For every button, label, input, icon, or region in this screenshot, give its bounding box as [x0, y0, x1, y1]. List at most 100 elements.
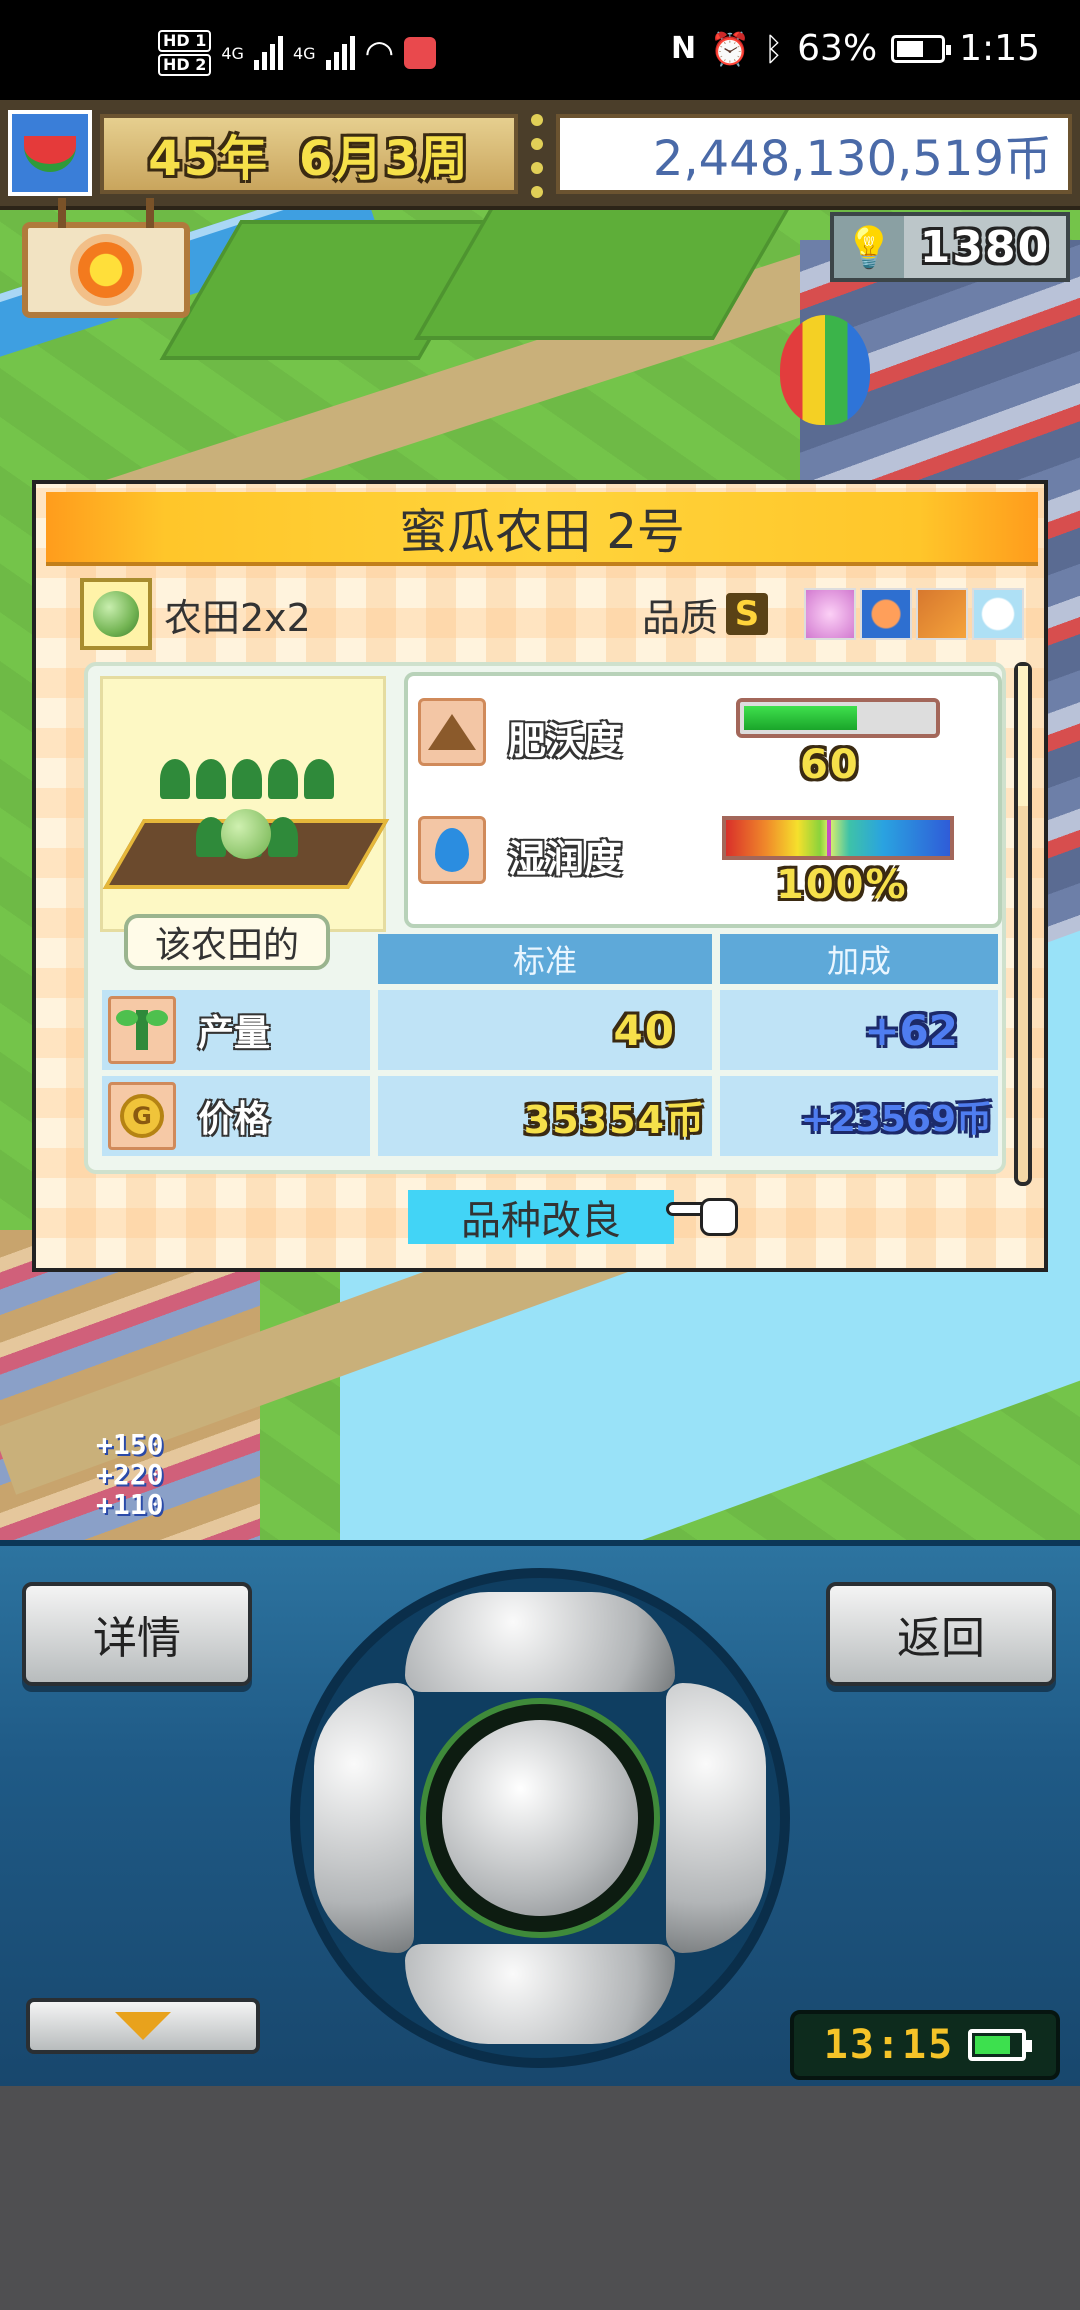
moisture-marker	[826, 820, 831, 856]
floating-number: +220	[96, 1458, 164, 1491]
quality-grade-badge: S	[726, 593, 768, 635]
fertility-bar-fill	[744, 706, 857, 730]
wifi-icon: ◠	[364, 33, 395, 73]
signal-4g-label: 4G	[221, 43, 244, 63]
standard-value: 35354币	[523, 1097, 706, 1142]
row-label: 产量	[198, 1013, 271, 1054]
hd1-icon: HD 1	[158, 30, 212, 52]
dpad-center-button[interactable]	[442, 1720, 638, 1916]
floating-number: +150	[96, 1428, 164, 1461]
dialog-scrollbar[interactable]	[1014, 662, 1032, 1186]
nfc-icon: N	[670, 31, 697, 66]
game-screen: HD 1 HD 2 4G 4G ◠ N ⏰ ᛒ 63% 1:15 +150 +2…	[0, 0, 1080, 2310]
status-bar: HD 1 HD 2 4G 4G ◠ N ⏰ ᛒ 63% 1:15	[0, 0, 1080, 100]
bluetooth-icon: ᛒ	[763, 29, 784, 68]
melon-fruit-icon	[221, 809, 271, 859]
dpad-down-button[interactable]	[405, 1944, 675, 2044]
dpad-left-button[interactable]	[314, 1683, 414, 1953]
idea-points-display: 💡 1380	[830, 212, 1070, 282]
watermelon-menu-icon[interactable]	[8, 110, 92, 196]
hd-indicators: HD 1 HD 2	[158, 30, 212, 76]
standard-value-cell: 35354币	[378, 1076, 712, 1156]
back-button[interactable]: 返回	[826, 1582, 1056, 1686]
dpad	[290, 1568, 790, 2068]
dpad-up-button[interactable]	[405, 1592, 675, 1692]
money-value: 2,448,130,519币	[652, 131, 1052, 187]
crop-caption: 该农田的	[124, 914, 330, 970]
dpad-ring	[420, 1698, 660, 1938]
signal-4g-label-2: 4G	[292, 43, 316, 63]
winter-icon	[972, 588, 1024, 640]
fertility-label: 肥沃度	[508, 719, 623, 763]
row-label: 价格	[198, 1099, 271, 1140]
date-month-week: 6月3周	[299, 131, 470, 187]
fertility-bar	[736, 698, 940, 738]
bonus-value: +62	[864, 1005, 958, 1055]
field-summary: 农田2x2 品质 S	[80, 576, 1024, 652]
pointing-hand-icon	[666, 1192, 742, 1238]
lightbulb-icon: 💡	[834, 216, 904, 278]
breed-improve-button[interactable]: 品种改良	[408, 1190, 674, 1244]
signal-icon-2	[325, 36, 355, 70]
hud-divider	[524, 108, 550, 204]
expand-menu-button[interactable]	[26, 1998, 260, 2054]
soil-conditions: 肥沃度 60 湿润度 100%	[404, 672, 1002, 928]
field-stats-panel: 该农田的 肥沃度 60 湿润度 100% 标准 加成 产量 40 +62 G 价…	[84, 662, 1006, 1174]
game-clock: 13:15	[790, 2010, 1060, 2080]
autumn-icon	[916, 588, 968, 640]
scrollbar-thumb[interactable]	[1018, 666, 1028, 806]
triangle-down-icon	[115, 2012, 171, 2040]
idea-points-value: 1380	[919, 221, 1051, 273]
soil-icon	[418, 698, 486, 766]
status-right-icons: N ⏰ ᛒ 63% 1:15	[671, 28, 1040, 69]
battery-percent: 63%	[797, 28, 878, 69]
top-hud: 45年 6月3周 2,448,130,519币	[0, 100, 1080, 210]
field-info-dialog: 蜜瓜农田 2号 农田2x2 品质 S 该农田的 肥沃度 60 湿润度 100% …	[32, 480, 1048, 1272]
moisture-bar	[722, 816, 954, 860]
battery-icon	[968, 2029, 1033, 2061]
water-drop-icon	[418, 816, 486, 884]
field-type: 农田2x2	[164, 595, 311, 640]
summer-icon	[860, 588, 912, 640]
standard-value: 40	[613, 1005, 676, 1055]
hot-air-balloon-icon	[780, 315, 870, 425]
dialog-title: 蜜瓜农田 2号	[46, 492, 1038, 566]
fertility-row: 肥沃度 60	[418, 688, 998, 798]
standard-value-cell: 40	[378, 990, 712, 1070]
dpad-right-button[interactable]	[666, 1683, 766, 1953]
controller-panel: 详情 返回 13:15	[0, 1540, 1080, 2086]
floating-number: +110	[96, 1488, 164, 1521]
bonus-value-cell: +62	[720, 990, 998, 1070]
crop-image	[100, 676, 390, 932]
game-date: 45年 6月3周	[100, 114, 518, 194]
spring-icon	[804, 588, 856, 640]
row-label-cell: G 价格	[102, 1076, 370, 1156]
gold-coin-icon: G	[108, 1082, 176, 1150]
battery-icon	[891, 34, 952, 63]
bonus-value: +23569币	[800, 1099, 992, 1140]
notification-app-icon	[404, 37, 437, 69]
moisture-row: 湿润度 100%	[418, 806, 998, 916]
column-header-standard: 标准	[378, 934, 712, 984]
sprout-icon	[108, 996, 176, 1064]
money-display: 2,448,130,519币	[556, 114, 1072, 194]
sun-icon	[78, 242, 134, 298]
melon-icon	[80, 578, 152, 650]
floating-income: +150 +220 +110	[96, 1430, 163, 1520]
column-header-bonus: 加成	[720, 934, 998, 984]
row-label-cell: 产量	[102, 990, 370, 1070]
game-clock-time: 13:15	[823, 2022, 955, 2068]
details-button[interactable]: 详情	[22, 1582, 252, 1686]
fertility-value: 60	[800, 742, 860, 788]
clock: 1:15	[959, 28, 1040, 69]
quality-label: 品质	[641, 595, 718, 640]
status-left-icons: HD 1 HD 2 4G 4G ◠	[158, 30, 437, 76]
alarm-icon: ⏰	[710, 29, 750, 68]
date-year: 45年	[148, 131, 269, 187]
signal-icon	[253, 36, 283, 70]
weather-sign[interactable]	[22, 198, 190, 318]
moisture-label: 湿润度	[508, 837, 623, 881]
bonus-value-cell: +23569币	[720, 1076, 998, 1156]
table-row: G 价格 35354币 +23569币	[96, 1076, 1002, 1156]
moisture-value: 100%	[776, 862, 908, 908]
